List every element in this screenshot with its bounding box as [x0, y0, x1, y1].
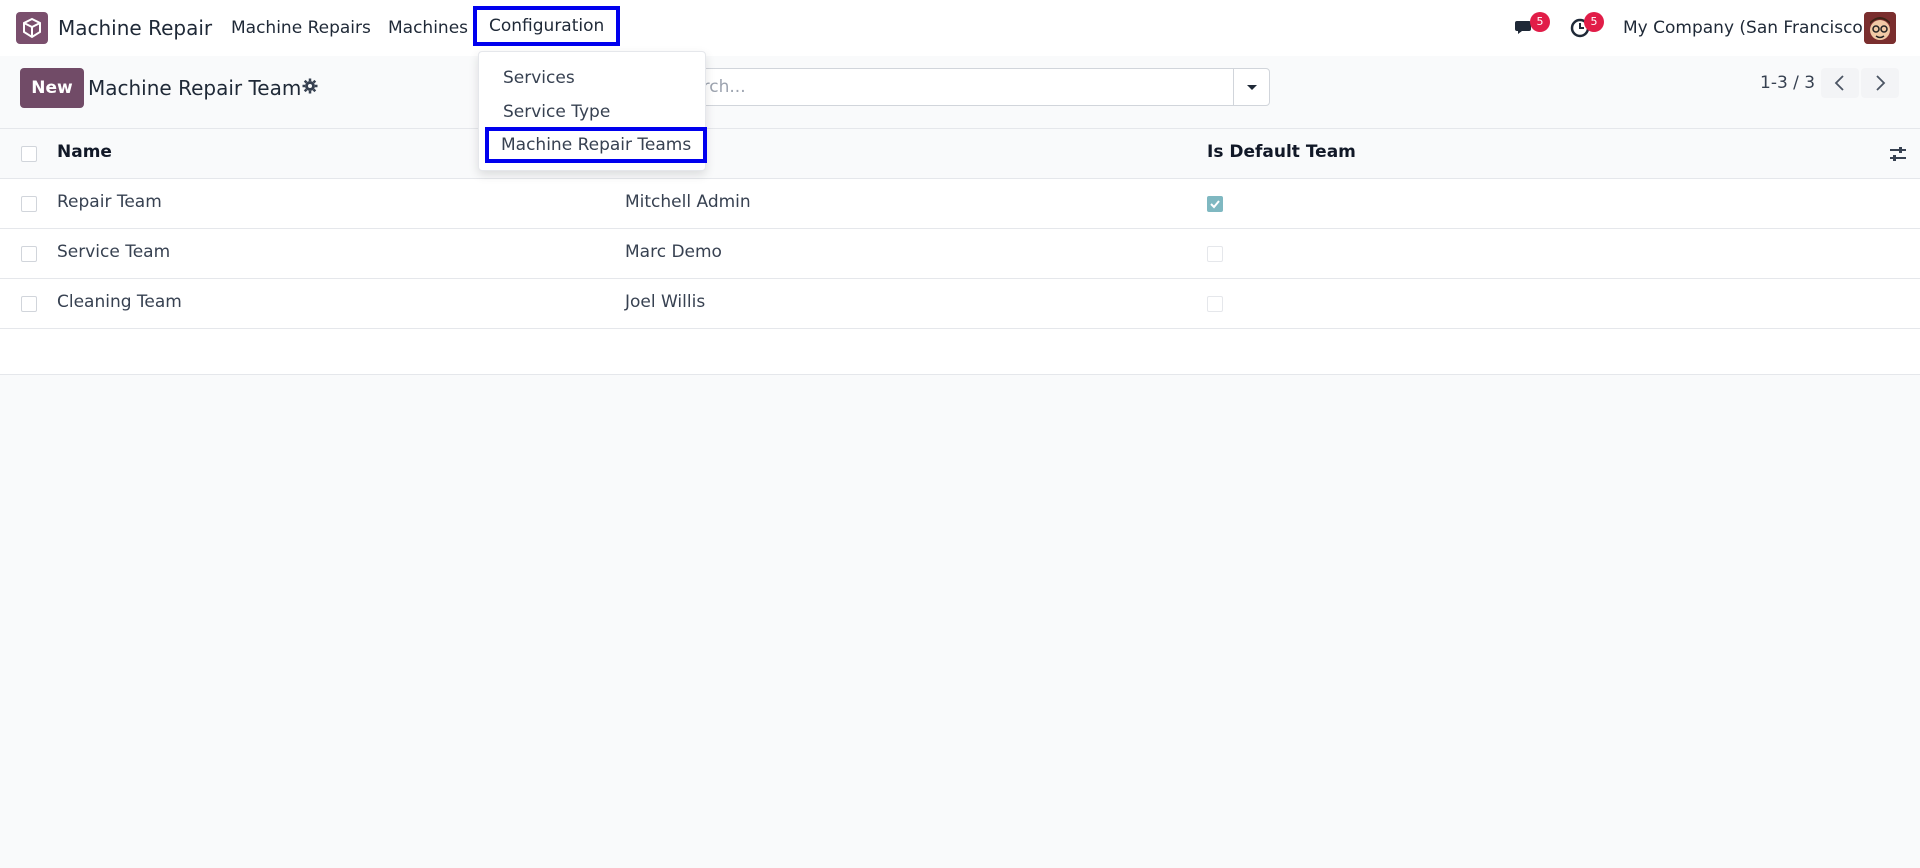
pager-next-button[interactable]	[1861, 68, 1899, 98]
search-options-toggle[interactable]	[1233, 69, 1269, 105]
row-checkbox[interactable]	[21, 196, 37, 212]
check-icon	[1210, 200, 1220, 209]
search-input[interactable]	[661, 69, 1231, 105]
team-leader: Marc Demo	[625, 242, 722, 262]
top-navbar: Machine Repair Machine Repairs Machines …	[0, 0, 1920, 56]
chevron-right-icon	[1876, 75, 1886, 91]
table-row[interactable]: Repair Team Mitchell Admin	[0, 179, 1920, 229]
team-leader: Joel Willis	[625, 292, 706, 312]
dropdown-item-service-type[interactable]: Service Type	[503, 102, 610, 122]
row-checkbox[interactable]	[21, 296, 37, 312]
activities-badge: 5	[1584, 12, 1604, 32]
is-default-checkbox	[1207, 296, 1223, 312]
table-row[interactable]: Service Team Marc Demo	[0, 229, 1920, 279]
user-avatar[interactable]	[1864, 12, 1896, 44]
pager-previous-button[interactable]	[1821, 68, 1859, 98]
optional-columns-icon[interactable]	[1889, 145, 1907, 163]
configuration-dropdown: Services Service Type Machine Repair Tea…	[478, 51, 708, 171]
table-row[interactable]: Cleaning Team Joel Willis	[0, 279, 1920, 329]
company-switcher[interactable]: My Company (San Francisco)	[1623, 18, 1869, 38]
page-title[interactable]: Machine Repair Team	[88, 76, 301, 100]
list-header: Name Is Default Team	[0, 129, 1920, 179]
team-name: Service Team	[57, 242, 171, 262]
team-name: Repair Team	[57, 192, 162, 212]
column-header-name[interactable]: Name	[57, 142, 112, 162]
team-name: Cleaning Team	[57, 292, 182, 312]
select-all-checkbox[interactable]	[21, 146, 37, 162]
is-default-checkbox	[1207, 246, 1223, 262]
messages-badge: 5	[1530, 12, 1550, 32]
column-header-is-default-team[interactable]: Is Default Team	[1207, 142, 1356, 162]
caret-down-icon	[1247, 85, 1257, 90]
is-default-checkbox	[1207, 196, 1223, 212]
gear-icon[interactable]	[302, 78, 318, 94]
control-panel: New Machine Repair Team 1-3 / 3	[0, 56, 1920, 128]
menu-machines[interactable]: Machines	[388, 18, 468, 38]
row-checkbox[interactable]	[21, 246, 37, 262]
app-logo-icon[interactable]	[16, 12, 48, 44]
app-name[interactable]: Machine Repair	[58, 16, 212, 40]
new-button[interactable]: New	[20, 68, 84, 108]
menu-configuration[interactable]: Configuration	[472, 6, 621, 46]
dropdown-item-services[interactable]: Services	[503, 68, 575, 88]
dropdown-item-machine-repair-teams[interactable]: Machine Repair Teams	[484, 127, 708, 163]
chevron-left-icon	[1834, 75, 1844, 91]
search-box	[660, 68, 1270, 106]
list-view: Name Is Default Team Repair Team Mitchel…	[0, 128, 1920, 375]
menu-machine-repairs[interactable]: Machine Repairs	[231, 18, 371, 38]
team-leader: Mitchell Admin	[625, 192, 751, 212]
pager-value[interactable]: 1-3 / 3	[1760, 73, 1815, 93]
